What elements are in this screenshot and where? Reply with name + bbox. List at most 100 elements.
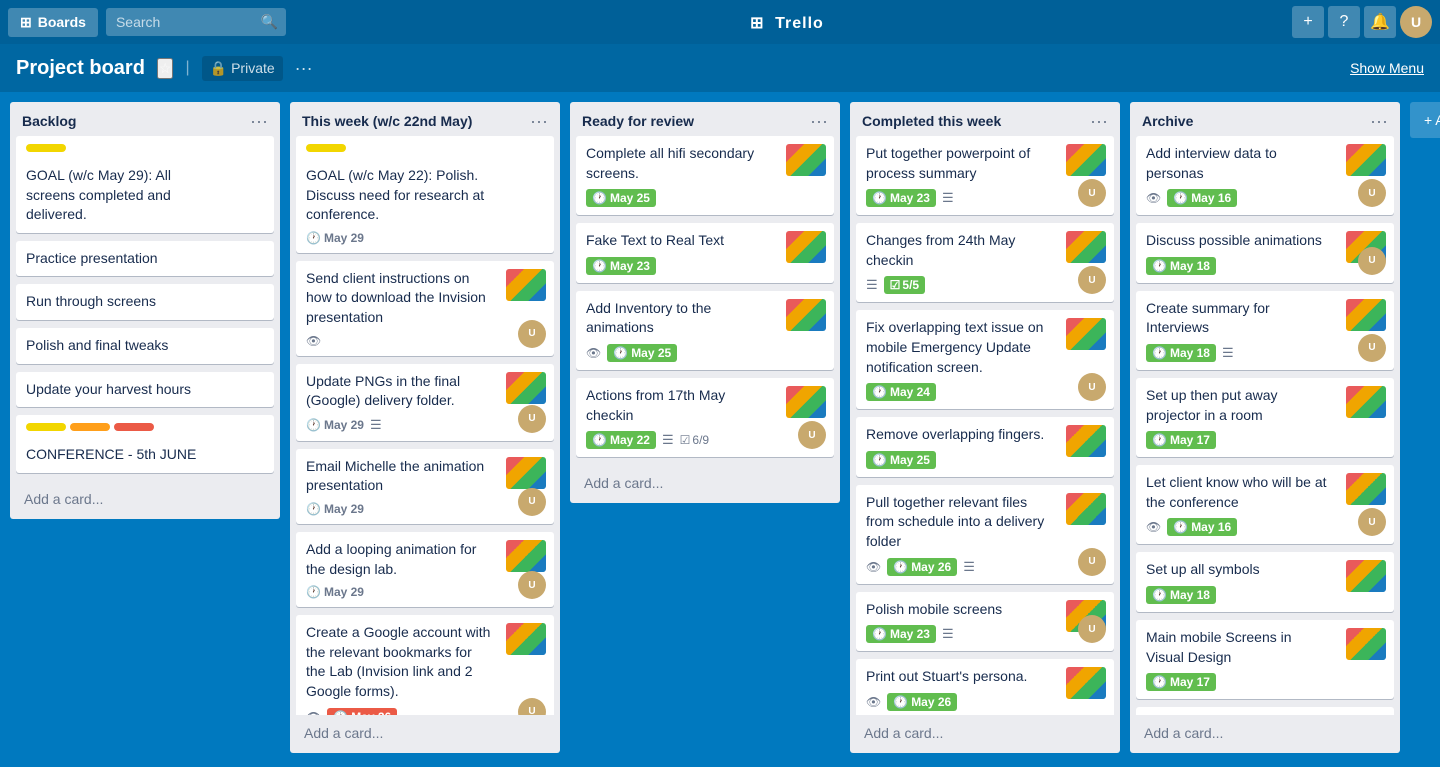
add-card-button[interactable]: Add a card...	[578, 471, 832, 495]
card-date: 🕐May 17	[1146, 431, 1216, 449]
card-tw6[interactable]: Create a Google account with the relevan…	[296, 615, 554, 715]
card-b1[interactable]: GOAL (w/c May 29): All screens completed…	[16, 136, 274, 233]
list-cards: Complete all hifi secondary screens.🕐May…	[570, 136, 840, 465]
board-area: Backlog···GOAL (w/c May 29): All screens…	[0, 92, 1440, 753]
clock-icon: 🕐	[893, 560, 908, 574]
card-thumbnail	[786, 231, 826, 263]
card-thumbnail	[786, 386, 826, 418]
list-footer: Add a card...	[1130, 715, 1400, 753]
card-date: 🕐May 26	[887, 558, 957, 576]
card-meta: 👁	[306, 334, 544, 348]
card-thumbnail	[1346, 144, 1386, 176]
card-tw4[interactable]: Email Michelle the animation presentatio…	[296, 449, 554, 524]
card-meta: 🕐May 22☰☑6/9	[586, 431, 824, 449]
card-b2[interactable]: Practice presentation	[16, 241, 274, 277]
add-card-button[interactable]: Add a card...	[298, 721, 552, 745]
clock-icon: 🕐	[872, 627, 887, 641]
card-title: GOAL (w/c May 22): Polish. Discuss need …	[306, 166, 544, 225]
top-nav: ⊞ Boards 🔍 ⊞ Trello + ? 🔔 U	[0, 0, 1440, 44]
card-rr1[interactable]: Complete all hifi secondary screens.🕐May…	[576, 136, 834, 215]
user-avatar[interactable]: U	[1400, 6, 1432, 38]
card-tw5[interactable]: Add a looping animation for the design l…	[296, 532, 554, 607]
card-meta: 👁🕐May 26	[306, 708, 544, 716]
add-button[interactable]: +	[1292, 6, 1324, 38]
card-a8[interactable]: Design updates from 10th March	[1136, 707, 1394, 715]
clock-icon: 🕐	[306, 418, 321, 432]
list-menu-button[interactable]: ···	[810, 112, 828, 130]
list-title: This week (w/c 22nd May)	[302, 113, 472, 129]
search-input[interactable]	[106, 8, 286, 36]
card-b6[interactable]: CONFERENCE - 5th JUNE	[16, 415, 274, 473]
card-c1[interactable]: Put together powerpoint of process summa…	[856, 136, 1114, 215]
card-tw1[interactable]: GOAL (w/c May 22): Polish. Discuss need …	[296, 136, 554, 253]
card-tw2[interactable]: Send client instructions on how to downl…	[296, 261, 554, 356]
show-menu-button[interactable]: Show Menu	[1350, 60, 1424, 76]
star-button[interactable]: ☆	[157, 58, 174, 79]
card-rr4[interactable]: Actions from 17th May checkinU🕐May 22☰☑6…	[576, 378, 834, 457]
watch-icon: 👁	[866, 695, 881, 709]
watch-icon: 👁	[1146, 520, 1161, 534]
card-c7[interactable]: Print out Stuart's persona.👁🕐May 26	[856, 659, 1114, 715]
card-a1[interactable]: Add interview data to personasU👁🕐May 16	[1136, 136, 1394, 215]
add-card-button[interactable]: Add a card...	[18, 487, 272, 511]
card-avatar: U	[1358, 334, 1386, 362]
card-a2[interactable]: Discuss possible animationsU🕐May 18	[1136, 223, 1394, 283]
clock-icon: 🕐	[1173, 191, 1188, 205]
card-b3[interactable]: Run through screens	[16, 284, 274, 320]
boards-button[interactable]: ⊞ Boards	[8, 8, 98, 37]
card-labels	[26, 423, 264, 439]
add-list-button[interactable]: + Add a list...	[1410, 102, 1440, 138]
card-c6[interactable]: Polish mobile screensU🕐May 23☰	[856, 592, 1114, 652]
clock-icon: 🕐	[333, 710, 348, 716]
card-thumbnail	[1346, 560, 1386, 592]
notifications-button[interactable]: 🔔	[1364, 6, 1396, 38]
card-c5[interactable]: Pull together relevant files from schedu…	[856, 485, 1114, 584]
header-dots[interactable]: ···	[295, 58, 313, 79]
card-meta: ☰☑5/5	[866, 276, 1104, 294]
card-a7[interactable]: Main mobile Screens in Visual Design🕐May…	[1136, 620, 1394, 699]
list-title: Completed this week	[862, 113, 1001, 129]
card-c2[interactable]: Changes from 24th May checkinU☰☑5/5	[856, 223, 1114, 302]
add-card-button[interactable]: Add a card...	[1138, 721, 1392, 745]
card-thumbnail	[786, 144, 826, 176]
clock-icon: 🕐	[872, 191, 887, 205]
list-completed: Completed this week ··· Put together power…	[850, 102, 1120, 753]
clock-icon: 🕐	[1152, 259, 1167, 273]
card-b4[interactable]: Polish and final tweaks	[16, 328, 274, 364]
help-button[interactable]: ?	[1328, 6, 1360, 38]
list-menu-button[interactable]: ···	[530, 112, 548, 130]
card-a3[interactable]: Create summary for InterviewsU🕐May 18☰	[1136, 291, 1394, 370]
list-header: Completed this week ···	[850, 102, 1120, 136]
card-c4[interactable]: Remove overlapping fingers.🕐May 25	[856, 417, 1114, 477]
clock-icon: 🕐	[592, 259, 607, 273]
card-b5[interactable]: Update your harvest hours	[16, 372, 274, 408]
description-icon: ☰	[370, 417, 382, 433]
search-wrap: 🔍	[106, 8, 286, 36]
card-c3[interactable]: Fix overlapping text issue on mobile Eme…	[856, 310, 1114, 409]
card-tw3[interactable]: Update PNGs in the final (Google) delive…	[296, 364, 554, 441]
add-card-button[interactable]: Add a card...	[858, 721, 1112, 745]
card-rr3[interactable]: Add Inventory to the animations👁🕐May 25	[576, 291, 834, 370]
card-avatar: U	[1358, 247, 1386, 275]
card-thumbnail	[1066, 425, 1106, 457]
card-a4[interactable]: Set up then put away projector in a room…	[1136, 378, 1394, 457]
card-a5[interactable]: Let client know who will be at the confe…	[1136, 465, 1394, 544]
list-menu-button[interactable]: ···	[1090, 112, 1108, 130]
list-menu-button[interactable]: ···	[250, 112, 268, 130]
card-thumbnail	[506, 269, 546, 301]
card-rr2[interactable]: Fake Text to Real Text🕐May 23	[576, 223, 834, 283]
list-header: This week (w/c 22nd May) ···	[290, 102, 560, 136]
boards-label: Boards	[38, 14, 86, 30]
visibility-label: Private	[231, 60, 275, 76]
list-cards: Put together powerpoint of process summa…	[850, 136, 1120, 715]
clock-icon: 🕐	[592, 191, 607, 205]
description-icon: ☰	[866, 277, 878, 293]
card-meta: 🕐May 23☰	[866, 189, 1104, 207]
grid-icon: ⊞	[20, 14, 32, 31]
board-visibility[interactable]: 🔒 Private	[202, 56, 283, 81]
card-meta: 🕐May 29	[306, 231, 544, 245]
card-a6[interactable]: Set up all symbols🕐May 18	[1136, 552, 1394, 612]
card-meta: 🕐May 17	[1146, 673, 1384, 691]
list-menu-button[interactable]: ···	[1370, 112, 1388, 130]
card-date: 🕐May 18	[1146, 257, 1216, 275]
